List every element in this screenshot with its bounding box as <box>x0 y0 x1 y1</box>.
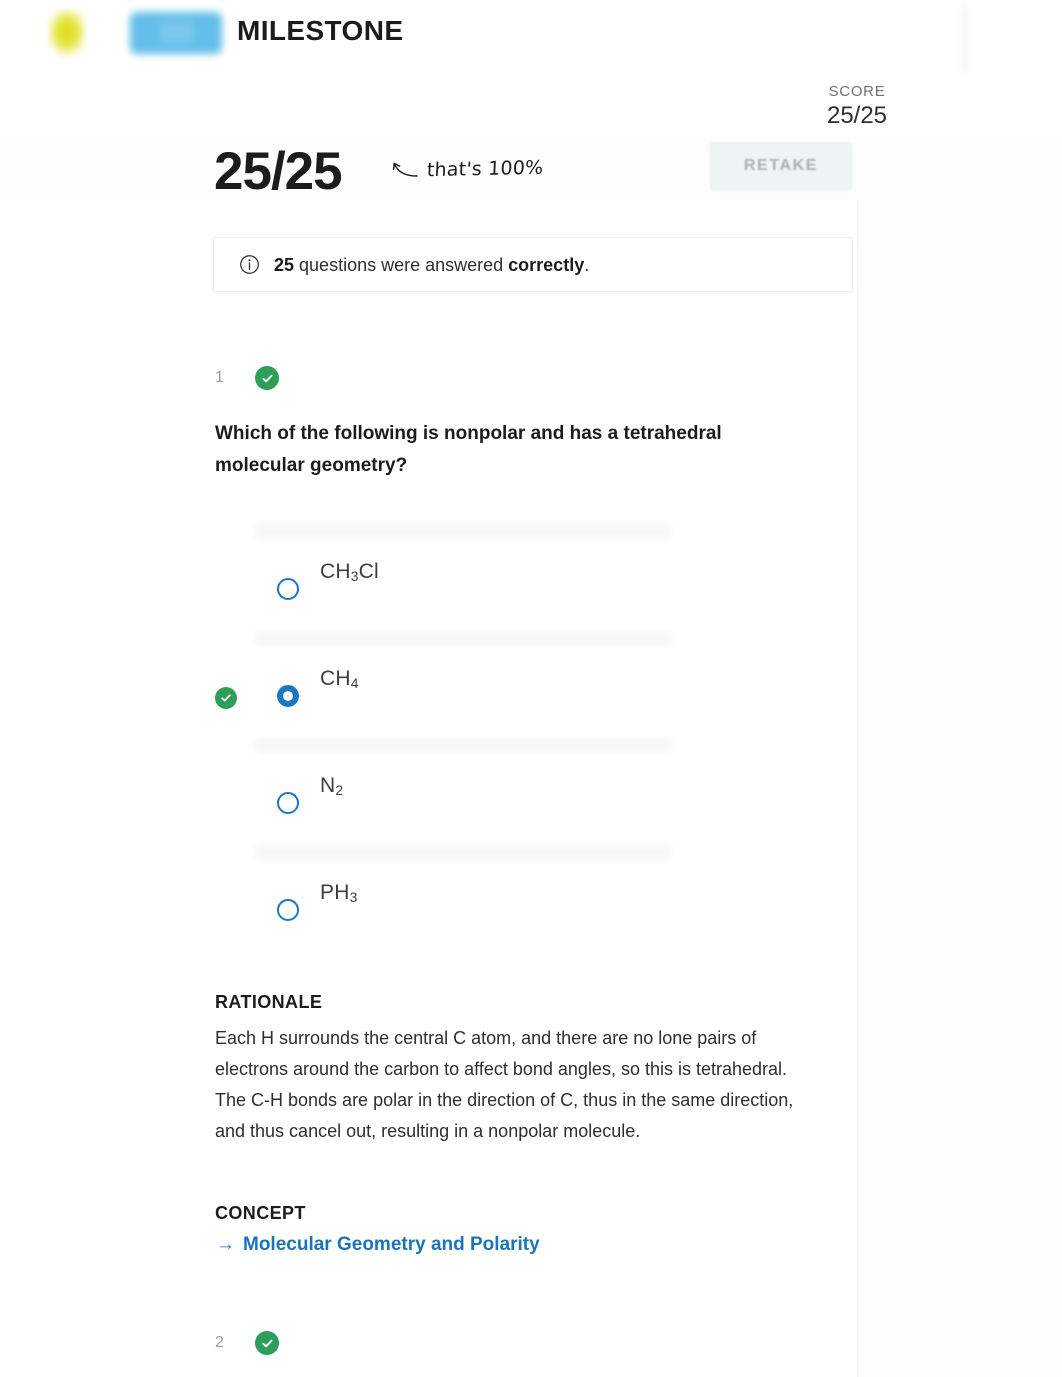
question-1-header: 1 <box>215 366 279 390</box>
app-header: MILESTONE <box>0 0 1062 78</box>
banner-text-end: . <box>584 254 590 275</box>
redacted-option-bar <box>253 524 673 539</box>
concept-heading: CONCEPT <box>215 1203 306 1223</box>
banner-text-middle: questions were answered <box>294 254 509 275</box>
green-check-icon <box>255 366 279 390</box>
radio-option-1[interactable] <box>277 578 299 600</box>
option-row[interactable]: CH3Cl <box>215 520 835 627</box>
option-label: CH3Cl <box>320 560 379 585</box>
banner-text: 25 questions were answered correctly. <box>274 253 589 277</box>
correct-answer-icon <box>215 687 237 709</box>
radio-option-3[interactable] <box>277 792 299 814</box>
answer-options-list: CH3Cl CH4 N2 PH3 <box>215 520 835 948</box>
radio-option-2[interactable] <box>277 685 299 707</box>
option-row[interactable]: PH3 <box>215 841 835 948</box>
page-title: MILESTONE <box>237 15 404 46</box>
redacted-option-bar <box>253 738 673 753</box>
banner-emphasis: correctly <box>508 254 585 275</box>
result-summary-row: 25/25 that's 100% RETAKE <box>0 136 1062 216</box>
question-number: 1 <box>215 369 224 386</box>
option-label: PH3 <box>320 881 358 906</box>
correct-count: 25 <box>274 254 295 275</box>
score-value: 25/25 <box>826 102 888 129</box>
option-label: N2 <box>320 774 344 799</box>
arrow-right-icon: → <box>216 1234 235 1255</box>
question-prompt: Which of the following is nonpolar and h… <box>215 423 722 476</box>
concept-link[interactable]: → Molecular Geometry and Polarity <box>216 1234 540 1256</box>
header-divider <box>961 0 968 78</box>
option-row[interactable]: CH4 <box>215 627 835 734</box>
redacted-logo-block <box>130 12 222 54</box>
rationale-heading: RATIONALE <box>215 992 323 1012</box>
handwritten-note: that's 100% <box>392 156 544 182</box>
concept-link-label: Molecular Geometry and Polarity <box>243 1234 540 1255</box>
score-panel: SCORE 25/25 <box>782 82 932 131</box>
curved-left-arrow-icon <box>392 162 418 177</box>
redacted-option-bar <box>253 631 673 646</box>
leaf-blob-icon <box>48 10 86 56</box>
percent-note: that's 100% <box>426 156 544 182</box>
radio-option-4[interactable] <box>277 899 299 921</box>
redacted-option-bar <box>253 845 673 860</box>
final-score: 25/25 <box>214 142 343 201</box>
option-label: CH4 <box>320 667 359 692</box>
question-2-header: 2 <box>215 1331 279 1355</box>
green-check-icon <box>255 1331 279 1355</box>
option-row[interactable]: N2 <box>215 734 835 841</box>
info-circle-icon <box>240 255 259 274</box>
answered-correctly-banner: 25 questions were answered correctly. <box>213 237 853 292</box>
question-number: 2 <box>215 1334 224 1351</box>
score-label: SCORE <box>828 83 886 100</box>
retake-button[interactable]: RETAKE <box>710 142 852 190</box>
rationale-text: Each H surrounds the central C atom, and… <box>215 1028 794 1141</box>
